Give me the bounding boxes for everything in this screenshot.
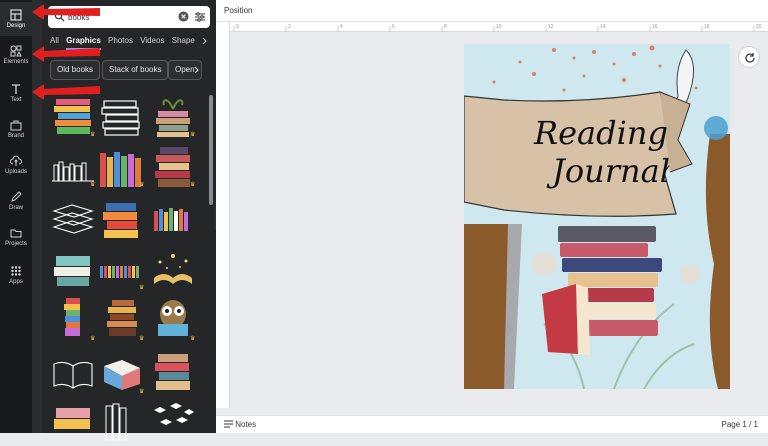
graphic-book-stack-teal[interactable] [50, 248, 96, 292]
position-button[interactable]: Position [224, 6, 252, 15]
tab-photos[interactable]: Photos [108, 36, 133, 45]
editor-topbar: Position [216, 0, 768, 22]
clear-icon[interactable] [178, 11, 189, 22]
canvas-title-line1[interactable]: Reading [533, 114, 668, 152]
ruler-tick-label: 18 [704, 24, 710, 30]
graphic-books-row-small[interactable] [150, 197, 196, 241]
ruler-tick-label: 2 [288, 24, 291, 30]
tab-shapes[interactable]: Shape [172, 36, 195, 45]
graphic-books-row-color[interactable] [98, 147, 144, 191]
premium-crown-icon: ♛ [190, 182, 196, 188]
ruler-tick-label: 16 [652, 24, 658, 30]
chip-stack-of-books[interactable]: Stack of books [102, 60, 169, 80]
graphic-owl-reading[interactable] [150, 296, 196, 340]
apps-icon [11, 266, 21, 276]
page-artwork: Reading Journal [464, 45, 730, 389]
ruler-tick-label: 6 [392, 24, 395, 30]
arrow-elements-icon [32, 46, 100, 62]
rail-brand[interactable]: Brand [0, 112, 32, 146]
rail-draw[interactable]: Draw [0, 184, 32, 218]
rotate-button[interactable] [738, 46, 760, 68]
notes-button[interactable]: Notes [224, 420, 256, 429]
rail-label: Uploads [4, 169, 27, 175]
ruler-ticks: 0246810121416182022 [233, 24, 762, 32]
ruler-tick-label: 14 [600, 24, 606, 30]
premium-crown-icon: ♛ [139, 389, 145, 395]
chevron-right-icon[interactable] [194, 66, 200, 74]
graphic-book-stack-blue[interactable] [98, 197, 144, 241]
rail-label: Projects [5, 241, 27, 247]
premium-crown-icon: ♛ [90, 132, 96, 138]
rail-label: Apps [9, 279, 23, 285]
ruler-tick-label: 8 [444, 24, 447, 30]
notes-icon [224, 420, 233, 428]
design-page[interactable]: Reading Journal [464, 44, 730, 389]
ruler-tick-label: 0 [236, 24, 239, 30]
premium-crown-icon: ♛ [190, 132, 196, 138]
graphic-open-books-outline[interactable] [50, 195, 96, 239]
rail-text[interactable]: Text [0, 76, 32, 110]
rail-uploads[interactable]: Uploads [0, 148, 32, 182]
graphic-open-book-stars[interactable] [150, 248, 196, 292]
ruler-tick-label: 12 [548, 24, 554, 30]
rail-projects[interactable]: Projects [0, 220, 32, 254]
upload-icon [10, 155, 22, 166]
ruler-tick-label: 10 [496, 24, 502, 30]
premium-crown-icon: ♛ [190, 336, 196, 342]
folder-icon [10, 229, 22, 238]
premium-crown-icon: ♛ [139, 336, 145, 342]
graphic-open-book-tilted[interactable] [98, 352, 144, 396]
rail-label: Text [10, 97, 22, 103]
left-rail: Design Elements Text Brand Uploads Draw … [0, 0, 32, 433]
rail-design[interactable]: Design [0, 2, 32, 36]
chevron-right-icon[interactable] [202, 37, 208, 45]
graphic-books-row-thin[interactable] [98, 248, 144, 292]
page-counter[interactable]: Page 1 / 1 [722, 420, 758, 429]
premium-crown-icon: ♛ [90, 182, 96, 188]
graphic-book-stack-brown[interactable] [98, 296, 144, 340]
briefcase-icon [10, 120, 22, 131]
arrow-text-icon [32, 84, 100, 100]
rail-apps[interactable]: Apps [0, 258, 32, 292]
ruler-tick-label: 4 [340, 24, 343, 30]
graphic-book-stack-pink[interactable] [50, 402, 96, 446]
rail-elements[interactable]: Elements [0, 38, 32, 72]
premium-crown-icon: ♛ [90, 336, 96, 342]
pen-icon [11, 191, 22, 202]
premium-crown-icon: ♛ [139, 182, 145, 188]
canvas-title-line2[interactable]: Journal [546, 152, 670, 190]
notes-label: Notes [235, 420, 257, 429]
shapes-icon [10, 45, 22, 57]
annotation-arrows [32, 4, 100, 100]
rail-label: Design [6, 23, 26, 29]
graphic-book-stack-outline[interactable] [98, 95, 144, 139]
ruler-horizontal: 0246810121416182022 [230, 22, 768, 32]
rail-label: Brand [7, 133, 24, 139]
filter-icon[interactable] [194, 11, 206, 23]
graphic-open-book-outline[interactable] [50, 352, 96, 396]
panel-scrollbar[interactable] [209, 95, 213, 205]
tab-videos[interactable]: Videos [140, 36, 164, 45]
graphic-flying-books[interactable] [150, 400, 196, 444]
arrow-design-icon [32, 4, 100, 20]
text-icon [12, 84, 20, 94]
refresh-icon [745, 53, 755, 63]
premium-crown-icon: ♛ [139, 285, 145, 291]
rail-label: Draw [8, 205, 23, 211]
graphic-books-outline-row[interactable] [98, 400, 144, 444]
graphic-book-tower[interactable] [50, 296, 96, 340]
ruler-vertical [216, 22, 230, 408]
ruler-tick-label: 20 [756, 24, 762, 30]
graphic-book-stack-vintage[interactable] [150, 350, 196, 394]
layout-icon [10, 9, 22, 21]
rail-label: Elements [3, 59, 29, 65]
editor-footer: Notes Page 1 / 1 [216, 415, 768, 433]
